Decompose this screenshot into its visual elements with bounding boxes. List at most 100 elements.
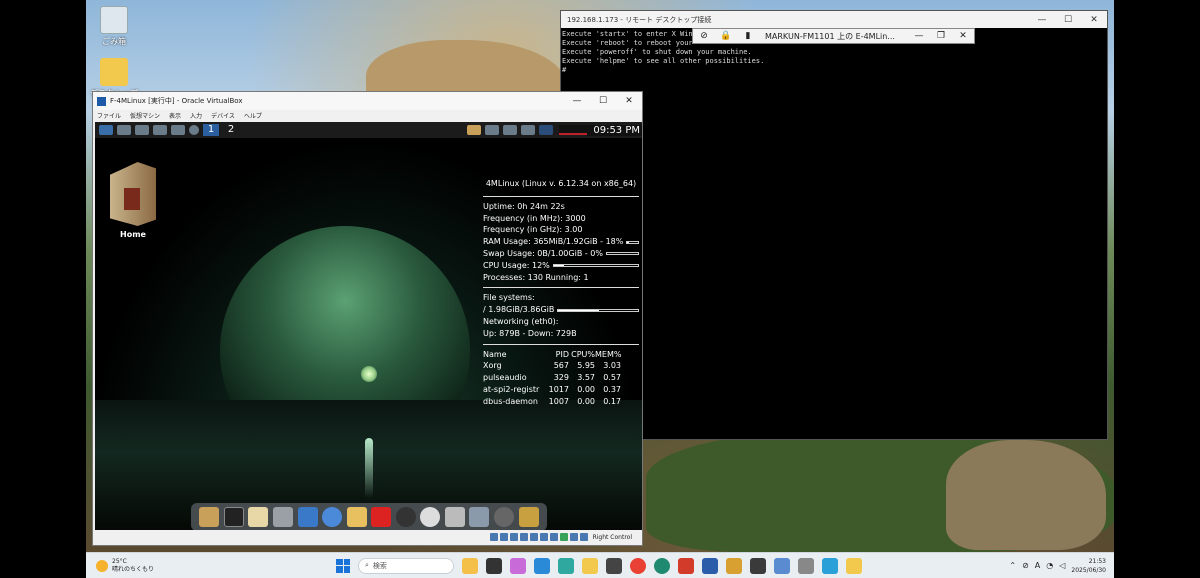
menu-devices[interactable]: デバイス <box>211 111 235 120</box>
home-desktop-icon[interactable]: Home <box>109 162 157 239</box>
eject-icon[interactable] <box>153 125 167 135</box>
rdp-connection-bar[interactable]: ⊘ 🔒 ▮ MARKUN-FM1101 上の E-4MLin... — ❐ ✕ <box>692 28 975 44</box>
rdp-titlebar[interactable]: 192.168.1.173 - リモート デスクトップ接続 — ☐ ✕ <box>561 11 1107 28</box>
menu-view[interactable]: 表示 <box>169 111 181 120</box>
virtualbox-icon[interactable] <box>702 557 718 574</box>
usb-status-icon[interactable] <box>529 533 538 541</box>
recording-status-icon[interactable] <box>559 533 568 541</box>
monitor-icon[interactable] <box>539 125 554 135</box>
workspace-1[interactable]: 1 <box>203 124 219 136</box>
cpu-status-icon[interactable] <box>569 533 578 541</box>
app-icon[interactable] <box>558 557 574 574</box>
app-icon[interactable] <box>798 557 814 574</box>
start-button[interactable] <box>336 558 350 573</box>
ram-bar <box>626 240 639 244</box>
film-reel-icon[interactable] <box>420 507 441 527</box>
minimize-icon[interactable]: — <box>1029 15 1055 25</box>
weather-widget[interactable]: 25°C 晴れのちくもり <box>86 558 306 574</box>
printer-icon[interactable] <box>469 507 490 527</box>
letterbox-right <box>1114 0 1200 578</box>
clip-icon[interactable] <box>485 125 500 135</box>
proc-cpu: 3.57 <box>577 373 595 383</box>
calendar-icon[interactable] <box>297 507 318 527</box>
app-icon[interactable] <box>678 557 694 574</box>
terminal-icon[interactable] <box>223 507 244 527</box>
shared-folder-status-icon[interactable] <box>539 533 548 541</box>
notes-icon[interactable] <box>846 557 862 574</box>
menu-machine[interactable]: 仮想マシン <box>130 111 160 120</box>
menu-file[interactable]: ファイル <box>97 111 121 120</box>
restore-icon[interactable]: ❐ <box>930 31 952 41</box>
widget-icon[interactable] <box>462 557 478 574</box>
cpu-bar <box>552 264 639 268</box>
panel-clock[interactable]: 09:53 PM <box>587 124 642 136</box>
file-manager-icon[interactable] <box>199 507 220 527</box>
chevron-up-icon[interactable]: ⌃ <box>1009 561 1016 570</box>
tag-icon[interactable] <box>171 125 185 135</box>
minimize-icon[interactable]: — <box>908 31 930 41</box>
explorer-icon[interactable] <box>582 557 598 574</box>
minimize-icon[interactable]: — <box>564 96 590 106</box>
signal-icon[interactable]: ▮ <box>737 31 759 41</box>
cube-icon[interactable] <box>521 125 536 135</box>
maximize-icon[interactable]: ☐ <box>590 96 616 106</box>
conky-net: Up: 879B - Down: 729B <box>483 328 577 338</box>
mail-icon[interactable] <box>346 507 367 527</box>
menu-input[interactable]: 入力 <box>190 111 202 120</box>
network-status-icon[interactable] <box>519 533 528 541</box>
tools-icon[interactable] <box>503 125 518 135</box>
close-icon[interactable]: ✕ <box>1081 15 1107 25</box>
browser-icon[interactable] <box>322 507 343 527</box>
display-status-icon[interactable] <box>549 533 558 541</box>
tools-icon[interactable] <box>518 507 539 527</box>
keyboard-status-icon[interactable] <box>579 533 588 541</box>
audio-status-icon[interactable] <box>509 533 518 541</box>
network-tray-icon[interactable]: ⊘ <box>1022 561 1029 570</box>
app-icon[interactable] <box>750 557 766 574</box>
app-icon[interactable] <box>726 557 742 574</box>
text-editor-icon[interactable] <box>248 507 269 527</box>
menu-icon[interactable] <box>99 125 113 135</box>
copilot-icon[interactable] <box>510 557 526 574</box>
conky-proc-row: at-spi2-registr 1017 0.00 0.37 <box>483 384 639 396</box>
network-icon[interactable] <box>135 125 149 135</box>
volume-icon[interactable]: ◁ <box>1059 561 1065 570</box>
camera-icon[interactable] <box>444 507 465 527</box>
ime-indicator[interactable]: A <box>1035 561 1040 570</box>
chrome-icon[interactable] <box>630 557 646 574</box>
guest-display[interactable]: 1 2 09:53 PM Home 4MLinux (Linux v. 6.12… <box>95 122 642 530</box>
menu-help[interactable]: ヘルプ <box>244 111 262 120</box>
settings-icon[interactable] <box>189 125 199 135</box>
maximize-icon[interactable]: ☐ <box>1055 15 1081 25</box>
word-icon[interactable] <box>822 557 838 574</box>
desktop-icon-recycle-bin[interactable]: ごみ箱 <box>86 6 142 47</box>
workspace-2[interactable]: 2 <box>223 124 239 136</box>
wifi-icon[interactable]: ◔ <box>1046 561 1053 570</box>
archive-icon[interactable] <box>272 507 293 527</box>
proc-cpu: 5.95 <box>577 361 595 371</box>
optical-status-icon[interactable] <box>499 533 508 541</box>
edge-icon[interactable] <box>654 557 670 574</box>
weather-desc: 晴れのちくもり <box>112 565 155 573</box>
proc-mem: 0.57 <box>603 373 621 383</box>
taskbar-search[interactable]: ⌕ 検索 <box>358 557 454 574</box>
task-view-icon[interactable] <box>486 557 502 574</box>
home-label: Home <box>120 230 146 239</box>
close-icon[interactable]: ✕ <box>952 31 974 41</box>
youtube-icon[interactable] <box>371 507 392 527</box>
close-icon[interactable]: ✕ <box>616 96 642 106</box>
vbox-titlebar[interactable]: F-4MLinux [実行中] - Oracle VirtualBox — ☐ … <box>93 92 642 110</box>
virtualbox-window[interactable]: F-4MLinux [実行中] - Oracle VirtualBox — ☐ … <box>92 91 643 546</box>
hdd-status-icon[interactable] <box>489 533 498 541</box>
terminal-icon[interactable] <box>606 557 622 574</box>
app-icon[interactable] <box>534 557 550 574</box>
remote-desktop-icon[interactable] <box>774 557 790 574</box>
pin-icon[interactable]: ⊘ <box>693 31 715 41</box>
user-icon[interactable] <box>467 125 482 135</box>
drive-icon[interactable] <box>117 125 131 135</box>
taskbar-clock[interactable]: 21:53 2025/06/30 <box>1071 557 1106 575</box>
settings-gear-icon[interactable] <box>494 507 515 527</box>
proc-name: dbus-daemon <box>483 396 538 406</box>
proc-pid: 1007 <box>548 396 569 406</box>
headphones-icon[interactable] <box>395 507 416 527</box>
